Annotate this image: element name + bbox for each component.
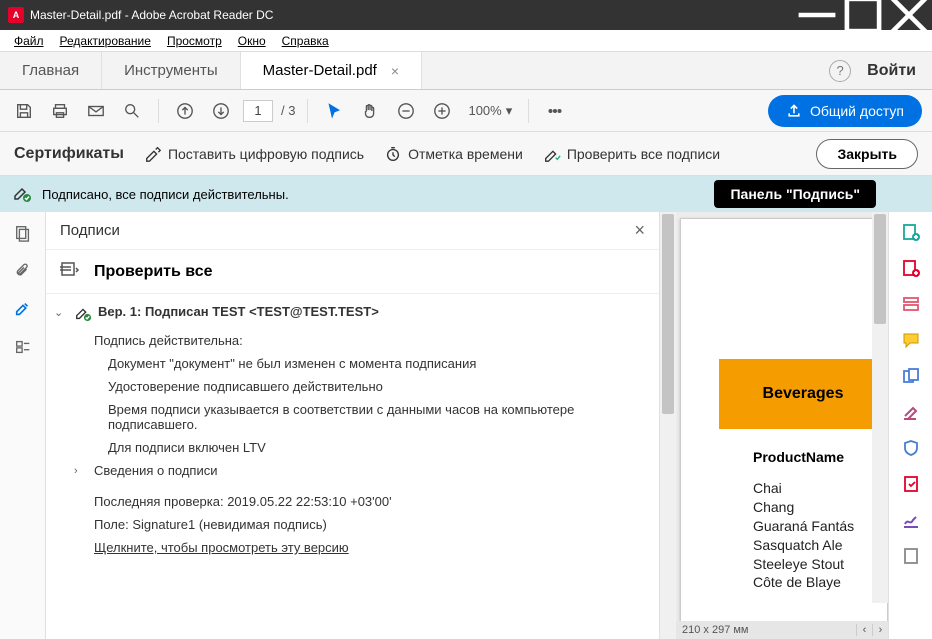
signed-bar: Подписано, все подписи действительны. Па… (0, 176, 932, 212)
signature-panel-button[interactable]: Панель "Подпись" (714, 180, 876, 208)
signature-field: Поле: Signature1 (невидимая подпись) (94, 517, 645, 532)
menu-edit[interactable]: Редактирование (52, 32, 159, 50)
main-area: Подписи × Проверить все ⌄ Вер. 1: Подпис… (0, 212, 932, 639)
signatures-icon[interactable] (12, 298, 34, 320)
next-page-icon[interactable] (207, 97, 235, 125)
tab-close-icon[interactable]: × (391, 63, 399, 79)
panel-title: Подписи (60, 222, 120, 239)
certificates-bar: Сертификаты Поставить цифровую подпись О… (0, 132, 932, 176)
more-icon[interactable] (541, 97, 569, 125)
tabstrip: Главная Инструменты Master-Detail.pdf × … (0, 52, 932, 90)
tool-combine-icon[interactable] (899, 364, 923, 388)
signature-ok-icon (74, 304, 92, 325)
zoom-in-icon[interactable] (428, 97, 456, 125)
search-icon[interactable] (118, 97, 146, 125)
tab-tools[interactable]: Инструменты (102, 52, 241, 89)
verify-all-link[interactable]: Проверить все (94, 263, 213, 281)
window-title: Master-Detail.pdf - Adobe Acrobat Reader… (30, 8, 794, 22)
page-size: 210 x 297 мм (682, 624, 749, 636)
tool-fill-icon[interactable] (899, 508, 923, 532)
tool-create-icon[interactable] (899, 220, 923, 244)
close-cert-button[interactable]: Закрыть (816, 139, 918, 169)
close-button[interactable] (886, 0, 932, 30)
page-input[interactable] (243, 100, 273, 122)
collapse-toggle[interactable]: ⌄ (54, 304, 68, 319)
panel-options-icon[interactable] (60, 260, 80, 283)
zoom-out-icon[interactable] (392, 97, 420, 125)
scroll-right-icon[interactable]: › (872, 624, 888, 636)
digital-sign-button[interactable]: Поставить цифровую подпись (144, 145, 364, 163)
timestamp-button[interactable]: Отметка времени (384, 145, 523, 163)
signature-detail-1: Документ "документ" не был изменен с мом… (108, 356, 645, 371)
minimize-button[interactable] (794, 0, 840, 30)
sigpanel-scrollbar[interactable] (660, 212, 676, 639)
maximize-button[interactable] (840, 0, 886, 30)
signature-details-label[interactable]: Сведения о подписи (94, 463, 217, 478)
signature-detail-2: Удостоверение подписавшего действительно (108, 379, 645, 394)
signature-valid-icon (12, 183, 32, 206)
tool-sign-icon[interactable] (899, 400, 923, 424)
doc-category-header: Beverages (719, 359, 887, 429)
pointer-icon[interactable] (320, 97, 348, 125)
mail-icon[interactable] (82, 97, 110, 125)
panel-close-icon[interactable]: × (634, 220, 645, 241)
chevron-down-icon: ▾ (506, 103, 513, 119)
tool-compress-icon[interactable] (899, 472, 923, 496)
menu-view[interactable]: Просмотр (159, 32, 230, 50)
view-version-link[interactable]: Щелкните, чтобы просмотреть эту версию (94, 540, 645, 555)
signature-valid-label: Подпись действительна: (94, 333, 645, 348)
document-page[interactable]: Beverages ProductName Chai Chang Guaraná… (680, 218, 888, 621)
details-toggle[interactable]: › (74, 463, 88, 477)
doc-column-header: ProductName (753, 449, 844, 465)
menu-window[interactable]: Окно (230, 32, 274, 50)
help-icon[interactable]: ? (829, 60, 851, 82)
signature-detail-4: Для подписи включен LTV (108, 440, 645, 455)
toolbar: / 3 100%▾ Общий доступ (0, 90, 932, 132)
bookmarks-icon[interactable] (12, 336, 34, 358)
document-scrollbar[interactable] (872, 212, 888, 603)
save-icon[interactable] (10, 97, 38, 125)
print-icon[interactable] (46, 97, 74, 125)
certificates-title: Сертификаты (14, 145, 124, 163)
scroll-left-icon[interactable]: ‹ (856, 624, 872, 636)
document-area: Beverages ProductName Chai Chang Guaraná… (676, 212, 888, 639)
signature-entry-title[interactable]: Вер. 1: Подписан TEST <TEST@TEST.TEST> (98, 304, 379, 319)
prev-page-icon[interactable] (171, 97, 199, 125)
signature-detail-3: Время подписи указывается в соответствии… (108, 402, 645, 432)
signatures-panel: Подписи × Проверить все ⌄ Вер. 1: Подпис… (46, 212, 660, 639)
attachments-icon[interactable] (12, 260, 34, 282)
thumbnails-icon[interactable] (12, 222, 34, 244)
doc-product-list: Chai Chang Guaraná Fantás Sasquatch Ale … (753, 479, 854, 592)
menu-help[interactable]: Справка (274, 32, 337, 50)
tool-export-icon[interactable] (899, 256, 923, 280)
right-tools-rail (888, 212, 932, 639)
signature-lastcheck: Последняя проверка: 2019.05.22 22:53:10 … (94, 494, 645, 509)
left-nav-rail (0, 212, 46, 639)
tool-more-icon[interactable] (899, 544, 923, 568)
hand-icon[interactable] (356, 97, 384, 125)
tool-comment-icon[interactable] (899, 328, 923, 352)
share-button[interactable]: Общий доступ (768, 95, 922, 127)
signed-text: Подписано, все подписи действительны. (42, 187, 289, 202)
verify-all-button[interactable]: Проверить все подписи (543, 145, 720, 163)
menu-file[interactable]: Файл (6, 32, 52, 50)
tool-protect-icon[interactable] (899, 436, 923, 460)
titlebar: A Master-Detail.pdf - Adobe Acrobat Read… (0, 0, 932, 30)
menubar: Файл Редактирование Просмотр Окно Справк… (0, 30, 932, 52)
status-bar: 210 x 297 мм ‹› (676, 621, 888, 639)
tab-document[interactable]: Master-Detail.pdf × (241, 52, 422, 89)
zoom-select[interactable]: 100%▾ (464, 103, 516, 119)
app-icon: A (8, 7, 24, 23)
tool-edit-icon[interactable] (899, 292, 923, 316)
tab-home[interactable]: Главная (0, 52, 102, 89)
login-button[interactable]: Войти (867, 62, 916, 80)
page-total: / 3 (281, 103, 295, 118)
